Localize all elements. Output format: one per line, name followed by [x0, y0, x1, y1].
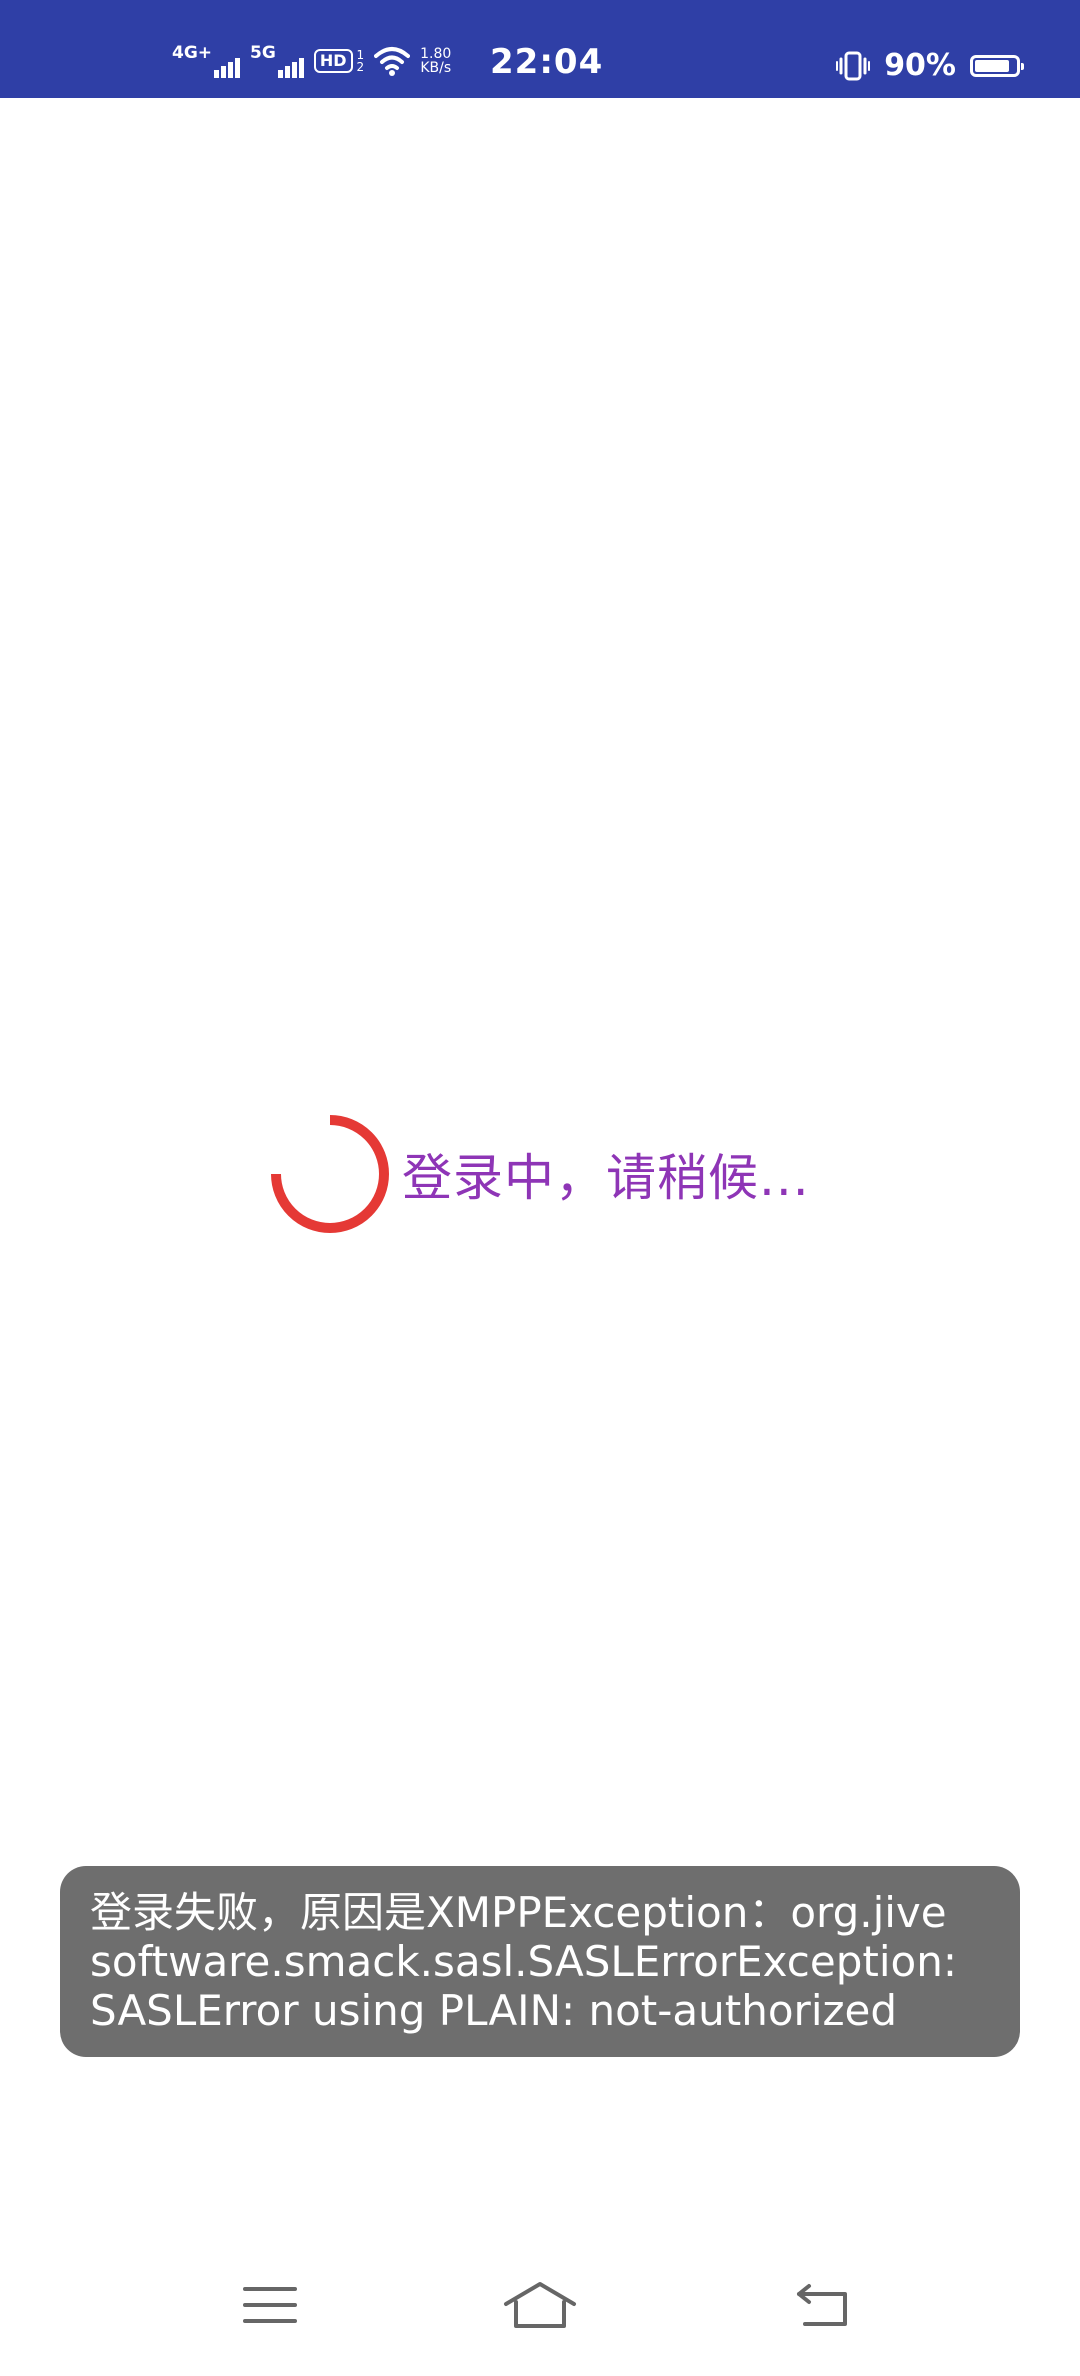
toast-line: software.smack.sasl.SASLErrorException: [90, 1937, 957, 1986]
hd-sim-indicator: 1 2 [357, 49, 365, 73]
home-icon [504, 2282, 576, 2328]
signal-bars [277, 58, 304, 78]
battery-icon [970, 54, 1024, 77]
vibrate-icon [836, 51, 871, 80]
status-right-icons: 90% [836, 48, 1024, 83]
signal-icon: 5G [250, 44, 304, 78]
network-type-5g: 5G [250, 43, 276, 63]
speed-unit: KB/s [420, 60, 452, 76]
toast-line: 登录失败，原因是XMPPException：org.jive [90, 1888, 947, 1937]
speed-value: 1.80 [420, 46, 452, 62]
back-icon [797, 2284, 847, 2326]
loading-indicator: 登录中，请稍候... [268, 1112, 810, 1236]
menu-icon [243, 2287, 297, 2323]
menu-button[interactable] [230, 2270, 310, 2340]
network-speed: 1.80 KB/s [420, 47, 451, 75]
hd-sub-2: 2 [356, 60, 365, 74]
error-toast: 登录失败，原因是XMPPException：org.jive software.… [60, 1866, 1020, 2057]
home-button[interactable] [500, 2270, 580, 2340]
status-time: 22:04 [490, 42, 604, 82]
loading-message: 登录中，请稍候... [402, 1149, 810, 1207]
battery-level [975, 59, 1010, 72]
signal-icon: 4G+ [172, 43, 241, 78]
hd-icon: HD [313, 49, 353, 73]
signal-bars [214, 58, 241, 78]
network-type-4g: 4G+ [172, 43, 213, 63]
toast-line: SASLError using PLAIN: not-authorized [90, 1986, 898, 2035]
wifi-icon [374, 47, 411, 76]
status-left-icons: 4G+ 5G HD 1 2 1.80 KB/s [172, 44, 451, 78]
navigation-bar [0, 2270, 1080, 2340]
loading-spinner-icon [271, 1115, 389, 1233]
back-button[interactable] [783, 2270, 863, 2340]
status-bar: 4G+ 5G HD 1 2 1.80 KB/s 22:04 90% [0, 0, 1080, 98]
battery-percent: 90% [884, 48, 956, 83]
